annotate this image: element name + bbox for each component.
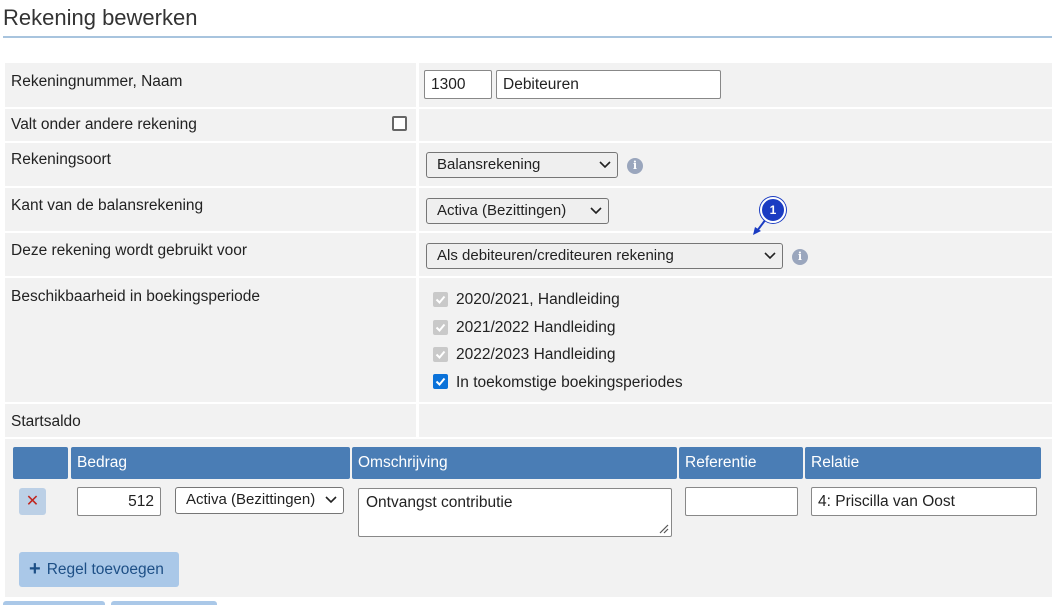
row-parent-account: Valt onder andere rekening [5, 109, 1052, 141]
value-cell [419, 109, 1052, 141]
balance-side-label: Kant van de balansrekening [11, 197, 204, 214]
relation-input[interactable]: 4: Priscilla van Oost [811, 487, 1037, 516]
column-header-action [13, 447, 68, 479]
period-label: 2021/2022 Handleiding [456, 319, 616, 336]
period-label: 2022/2023 Handleiding [456, 346, 616, 363]
label-cell: Valt onder andere rekening [5, 109, 416, 141]
label-cell: Beschikbaarheid in boekingsperiode [5, 278, 416, 402]
account-name-input[interactable]: Debiteuren [496, 70, 721, 99]
delete-row-button[interactable]: ✕ [19, 488, 46, 515]
row-side-select[interactable]: Activa (Bezittingen) [175, 487, 344, 514]
label-cell: Deze rekening wordt gebruikt voor [5, 233, 416, 276]
account-type-value: Balansrekening [437, 156, 541, 173]
future-periods-checkbox[interactable] [433, 374, 448, 389]
number-name-label: Rekeningnummer, Naam [11, 73, 183, 90]
chevron-down-icon [325, 496, 337, 504]
column-header-amount: Bedrag [71, 447, 350, 479]
chevron-down-icon [764, 252, 776, 260]
parent-account-checkbox[interactable] [392, 116, 407, 131]
label-cell: Rekeningsoort [5, 143, 416, 186]
parent-account-label: Valt onder andere rekening [11, 116, 197, 133]
value-cell [419, 404, 1052, 437]
account-type-select[interactable]: Balansrekening [426, 152, 618, 178]
balance-side-select[interactable]: Activa (Bezittingen) [426, 198, 609, 224]
account-type-label: Rekeningsoort [11, 151, 111, 168]
title-divider [3, 36, 1052, 38]
plus-icon: + [29, 558, 41, 580]
period-label: In toekomstige boekingsperiodes [456, 374, 683, 391]
info-icon[interactable]: i [792, 249, 808, 265]
page-title: Rekening bewerken [3, 5, 198, 30]
period-checkbox[interactable] [433, 292, 448, 307]
usage-value: Als debiteuren/crediteuren rekening [437, 247, 674, 264]
account-number-input[interactable]: 1300 [424, 70, 492, 99]
add-row-button[interactable]: + Regel toevoegen [19, 552, 179, 587]
close-icon: ✕ [25, 493, 40, 510]
resize-grip-icon[interactable] [657, 522, 669, 534]
annotation-badge: 1 [760, 197, 786, 223]
footer-button[interactable] [111, 601, 217, 605]
description-textarea[interactable]: Ontvangst contributie [358, 488, 672, 537]
reference-input[interactable] [685, 487, 798, 516]
usage-label: Deze rekening wordt gebruikt voor [11, 242, 248, 259]
label-cell: Kant van de balansrekening [5, 188, 416, 231]
availability-label: Beschikbaarheid in boekingsperiode [11, 288, 261, 305]
chevron-down-icon [599, 161, 611, 169]
column-header-relation: Relatie [805, 447, 1041, 479]
period-label: 2020/2021, Handleiding [456, 291, 620, 308]
info-icon[interactable]: i [627, 158, 643, 174]
start-balance-label: Startsaldo [11, 413, 81, 430]
label-cell: Rekeningnummer, Naam [5, 63, 416, 107]
description-value: Ontvangst contributie [366, 494, 513, 511]
column-header-description: Omschrijving [352, 447, 677, 479]
add-row-label: Regel toevoegen [46, 561, 164, 578]
chevron-down-icon [590, 207, 602, 215]
usage-select[interactable]: Als debiteuren/crediteuren rekening [426, 243, 783, 269]
row-start-balance: Startsaldo [5, 404, 1052, 437]
balance-side-value: Activa (Bezittingen) [437, 202, 567, 219]
period-checkbox[interactable] [433, 347, 448, 362]
amount-input[interactable]: 512 [77, 487, 161, 516]
column-header-reference: Referentie [679, 447, 803, 479]
footer-button[interactable] [3, 601, 105, 605]
label-cell: Startsaldo [5, 404, 416, 437]
row-side-value: Activa (Bezittingen) [186, 491, 316, 508]
period-checkbox[interactable] [433, 320, 448, 335]
